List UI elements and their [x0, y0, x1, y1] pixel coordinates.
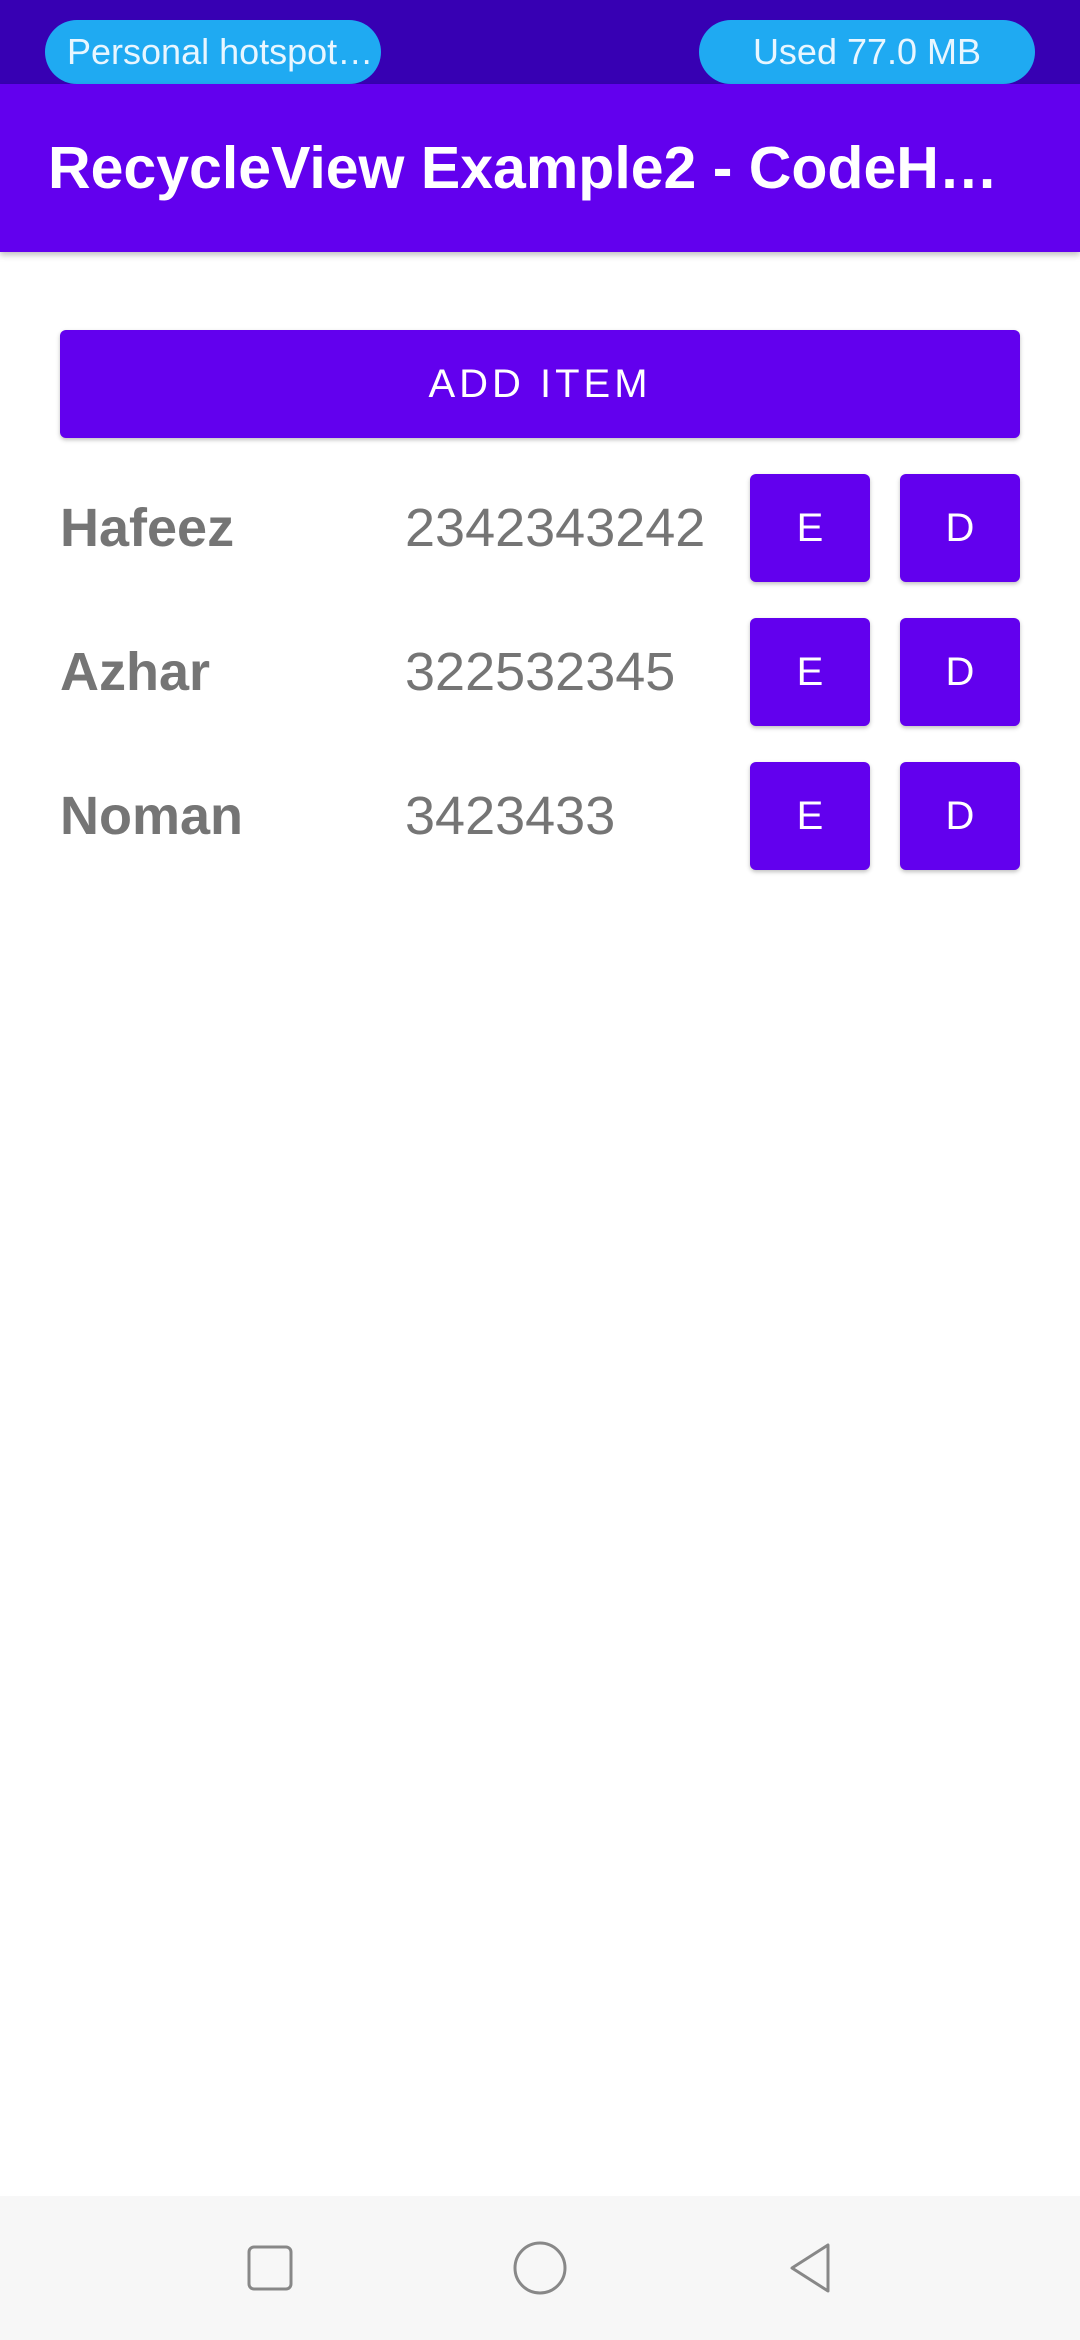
item-list[interactable]: Hafeez 2342343242 E D Azhar 322532345 E …	[0, 474, 1080, 906]
app-title: RecycleView Example2 - CodeHa…	[48, 135, 1008, 201]
item-phone: 3423433	[405, 786, 616, 846]
app-bar: RecycleView Example2 - CodeHa…	[0, 84, 1080, 252]
list-item: Hafeez 2342343242 E D	[0, 474, 1080, 618]
navigation-bar	[0, 2196, 1080, 2340]
delete-button[interactable]: D	[900, 762, 1020, 870]
add-item-button[interactable]: ADD ITEM	[60, 330, 1020, 438]
status-bar: Personal hotspot ... Used 77.0 MB	[0, 0, 1080, 84]
item-name: Noman	[60, 786, 244, 846]
item-phone: 322532345	[405, 642, 676, 702]
edit-button[interactable]: E	[750, 762, 870, 870]
edit-button[interactable]: E	[750, 474, 870, 582]
delete-button[interactable]: D	[900, 618, 1020, 726]
item-phone: 2342343242	[405, 498, 706, 558]
item-name: Hafeez	[60, 498, 235, 558]
list-item: Azhar 322532345 E D	[0, 618, 1080, 762]
delete-button[interactable]: D	[900, 474, 1020, 582]
edit-button[interactable]: E	[750, 618, 870, 726]
hotspot-pill[interactable]: Personal hotspot ...	[45, 20, 381, 84]
recents-icon[interactable]	[234, 2232, 306, 2304]
list-item: Noman 3423433 E D	[0, 762, 1080, 906]
back-icon[interactable]	[774, 2232, 846, 2304]
item-name: Azhar	[60, 642, 211, 702]
data-usage-pill[interactable]: Used 77.0 MB	[699, 20, 1035, 84]
home-icon[interactable]	[504, 2232, 576, 2304]
